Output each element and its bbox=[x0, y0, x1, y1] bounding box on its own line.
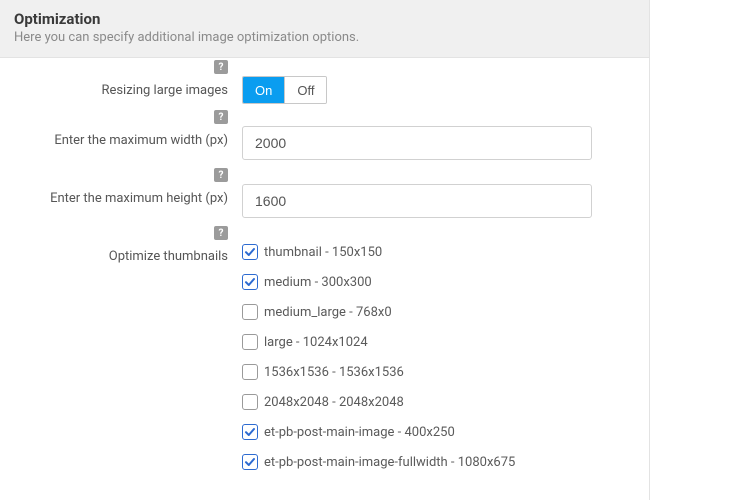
checkbox-icon[interactable] bbox=[242, 274, 258, 290]
label-col: ? Enter the maximum width (px) bbox=[0, 126, 242, 150]
label-col: ? Resizing large images bbox=[0, 76, 242, 100]
form-body: ? Resizing large images On Off ? Enter t… bbox=[0, 58, 649, 470]
thumbnail-option[interactable]: large - 1024x1024 bbox=[242, 334, 625, 350]
help-icon[interactable]: ? bbox=[214, 226, 228, 240]
optimization-panel: Optimization Here you can specify additi… bbox=[0, 0, 650, 500]
thumbnail-label: et-pb-post-main-image - 400x250 bbox=[264, 425, 455, 440]
thumbnail-option[interactable]: medium - 300x300 bbox=[242, 274, 625, 290]
checkbox-icon[interactable] bbox=[242, 454, 258, 470]
thumbnail-option[interactable]: et-pb-post-main-image - 400x250 bbox=[242, 424, 625, 440]
checkbox-icon[interactable] bbox=[242, 304, 258, 320]
label-max-width: Enter the maximum width (px) bbox=[54, 132, 228, 150]
thumbnail-option[interactable]: medium_large - 768x0 bbox=[242, 304, 625, 320]
control-col: On Off bbox=[242, 76, 625, 104]
panel-title: Optimization bbox=[14, 10, 635, 28]
panel-header: Optimization Here you can specify additi… bbox=[0, 0, 649, 58]
panel-description: Here you can specify additional image op… bbox=[14, 30, 635, 45]
resize-toggle: On Off bbox=[242, 76, 327, 104]
toggle-on-button[interactable]: On bbox=[243, 77, 284, 103]
control-col bbox=[242, 184, 625, 218]
row-optimize-thumbs: ? Optimize thumbnails thumbnail - 150x15… bbox=[0, 242, 625, 470]
max-height-input[interactable] bbox=[242, 184, 592, 218]
thumbnail-option[interactable]: 1536x1536 - 1536x1536 bbox=[242, 364, 625, 380]
checkbox-icon[interactable] bbox=[242, 364, 258, 380]
thumbnail-label: 2048x2048 - 2048x2048 bbox=[264, 395, 404, 410]
checkbox-icon[interactable] bbox=[242, 334, 258, 350]
label-resize: Resizing large images bbox=[101, 82, 228, 100]
thumbnail-option[interactable]: et-pb-post-main-image-fullwidth - 1080x6… bbox=[242, 454, 625, 470]
row-max-width: ? Enter the maximum width (px) bbox=[0, 126, 625, 160]
thumbnail-label: et-pb-post-main-image-fullwidth - 1080x6… bbox=[264, 455, 515, 470]
checkbox-icon[interactable] bbox=[242, 424, 258, 440]
help-icon[interactable]: ? bbox=[214, 110, 228, 124]
row-resize: ? Resizing large images On Off bbox=[0, 76, 625, 104]
control-col bbox=[242, 126, 625, 160]
help-icon[interactable]: ? bbox=[214, 60, 228, 74]
thumbnail-label: 1536x1536 - 1536x1536 bbox=[264, 365, 404, 380]
label-optimize-thumbs: Optimize thumbnails bbox=[109, 248, 228, 266]
thumbnail-label: medium_large - 768x0 bbox=[264, 305, 392, 320]
checkbox-icon[interactable] bbox=[242, 394, 258, 410]
thumbnail-label: medium - 300x300 bbox=[264, 275, 372, 290]
checkbox-icon[interactable] bbox=[242, 244, 258, 260]
help-icon[interactable]: ? bbox=[214, 168, 228, 182]
thumbnail-label: thumbnail - 150x150 bbox=[264, 245, 382, 260]
label-col: ? Enter the maximum height (px) bbox=[0, 184, 242, 208]
label-max-height: Enter the maximum height (px) bbox=[50, 190, 228, 208]
toggle-off-button[interactable]: Off bbox=[284, 77, 326, 103]
max-width-input[interactable] bbox=[242, 126, 592, 160]
thumbnail-option[interactable]: thumbnail - 150x150 bbox=[242, 244, 625, 260]
thumbnail-list: thumbnail - 150x150 medium - 300x300 mediu… bbox=[242, 242, 625, 470]
thumbnail-option[interactable]: 2048x2048 - 2048x2048 bbox=[242, 394, 625, 410]
thumbnail-label: large - 1024x1024 bbox=[264, 335, 368, 350]
label-col: ? Optimize thumbnails bbox=[0, 242, 242, 266]
row-max-height: ? Enter the maximum height (px) bbox=[0, 184, 625, 218]
control-col: thumbnail - 150x150 medium - 300x300 mediu… bbox=[242, 242, 625, 470]
